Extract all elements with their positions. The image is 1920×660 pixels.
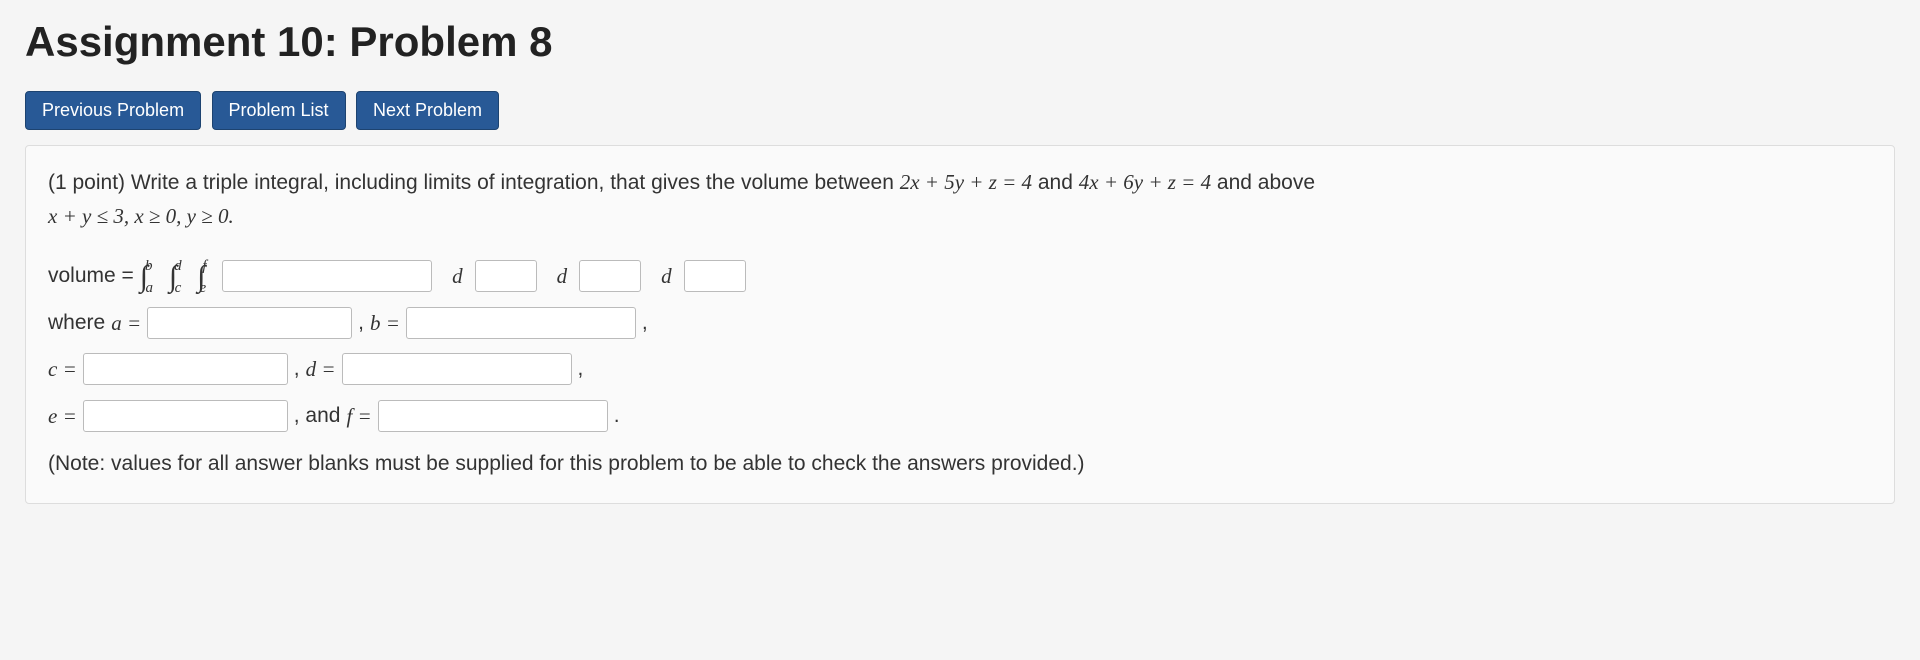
note-text: (Note: values for all answer blanks must…	[48, 448, 1872, 481]
region-constraints: x + y ≤ 3, x ≥ 0, y ≥ 0.	[48, 204, 234, 228]
points-label: (1 point)	[48, 171, 131, 194]
next-problem-button[interactable]: Next Problem	[356, 91, 499, 130]
equation-1: 2x + 5y + z = 4	[900, 170, 1032, 194]
dvar3-input[interactable]	[684, 260, 746, 292]
f-equals-label: f =	[346, 400, 371, 433]
comma-cd: ,	[294, 353, 300, 386]
dvar2-input[interactable]	[579, 260, 641, 292]
int3-upper: f	[202, 258, 206, 274]
limits-row-ef: e = , and f = .	[48, 400, 1872, 433]
e-input[interactable]	[83, 400, 288, 432]
page-title: Assignment 10: Problem 8	[25, 18, 1895, 66]
problem-statement: (1 point) Write a triple integral, inclu…	[48, 166, 1872, 233]
volume-row: volume = ∫ba ∫dc ∫fe d d d	[48, 259, 1872, 293]
prompt-text-2: and above	[1211, 171, 1315, 194]
limits-row-ab: where a = , b = ,	[48, 307, 1872, 340]
int1-lower: a	[146, 280, 154, 296]
d-input[interactable]	[342, 353, 572, 385]
triple-integral: ∫ba ∫dc ∫fe	[140, 259, 216, 293]
trailing-comma-1: ,	[642, 307, 648, 340]
d-label-2: d	[557, 260, 568, 293]
trailing-comma-2: ,	[578, 353, 584, 386]
int2-lower: c	[175, 280, 182, 296]
limits-row-cd: c = , d = ,	[48, 353, 1872, 386]
comma-ab: ,	[358, 307, 364, 340]
prompt-and: and	[1032, 171, 1079, 194]
volume-label: volume =	[48, 260, 134, 293]
b-input[interactable]	[406, 307, 636, 339]
d-equals-label: d =	[306, 353, 336, 386]
c-equals-label: c =	[48, 353, 77, 386]
previous-problem-button[interactable]: Previous Problem	[25, 91, 201, 130]
f-input[interactable]	[378, 400, 608, 432]
and-f-label: , and	[294, 400, 341, 433]
where-label: where	[48, 307, 105, 340]
d-label-3: d	[661, 260, 672, 293]
c-input[interactable]	[83, 353, 288, 385]
a-input[interactable]	[147, 307, 352, 339]
problem-list-button[interactable]: Problem List	[212, 91, 346, 130]
int3-lower: e	[199, 280, 206, 296]
d-label-1: d	[452, 260, 463, 293]
problem-container: (1 point) Write a triple integral, inclu…	[25, 145, 1895, 504]
int1-upper: b	[145, 258, 153, 274]
e-equals-label: e =	[48, 400, 77, 433]
a-equals-label: a =	[111, 307, 141, 340]
nav-buttons-row: Previous Problem Problem List Next Probl…	[25, 91, 1895, 130]
integrand-input[interactable]	[222, 260, 432, 292]
prompt-text-1: Write a triple integral, including limit…	[131, 171, 900, 194]
trailing-dot: .	[614, 400, 620, 433]
dvar1-input[interactable]	[475, 260, 537, 292]
b-equals-label: b =	[370, 307, 400, 340]
equation-2: 4x + 6y + z = 4	[1079, 170, 1211, 194]
int2-upper: d	[174, 258, 182, 274]
